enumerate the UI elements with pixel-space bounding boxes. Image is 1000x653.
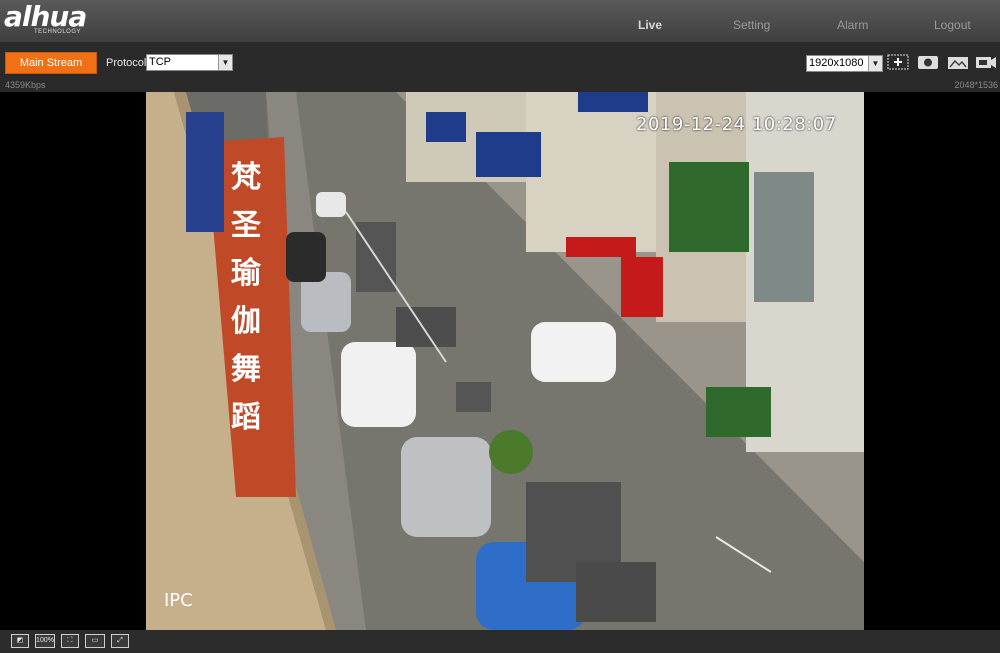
main-stream-button[interactable]: Main Stream [5,52,97,74]
yoga-sign-text: 梵 圣 瑜 伽 舞 蹈 [211,154,281,442]
chevron-down-icon: ▼ [868,56,882,71]
protocol-label: Protocol [106,57,147,69]
record-icon[interactable] [975,54,997,70]
live-video-view[interactable]: 梵 圣 瑜 伽 舞 蹈 2019-12-24 10:28:07 IPC [146,92,864,630]
sign-char: 舞 [231,352,261,387]
original-size-button[interactable]: 100% [35,634,55,648]
brand-logo: alhua [4,0,87,33]
snapshot-icon[interactable] [917,54,939,70]
resolution-select[interactable]: 1920x1080 ▼ [806,55,883,72]
sign-char: 蹈 [231,400,261,435]
osd-timestamp: 2019-12-24 10:28:07 [636,114,837,135]
nav-alarm[interactable]: Alarm [837,18,868,32]
protocol-value: TCP [149,56,171,68]
sign-char: 瑜 [231,256,261,291]
fit-window-icon[interactable]: ⛶ [61,634,79,648]
live-toolbar: Main Stream Protocol TCP ▼ 1920x1080 ▼ [0,42,1000,92]
triple-snapshot-icon[interactable] [947,54,969,70]
width-height-icon[interactable]: ▭ [85,634,105,648]
fullscreen-icon[interactable]: ⤢ [111,634,129,648]
stream-resolution-text: 2048*1536 [954,80,998,90]
nav-live[interactable]: Live [638,18,662,32]
resolution-value: 1920x1080 [809,57,864,69]
brand-tagline: TECHNOLOGY [34,29,82,35]
zoom-region-icon[interactable] [887,54,909,70]
bottom-toolbar: ◩ 100% ⛶ ▭ ⤢ [0,630,1000,653]
protocol-select[interactable]: TCP ▼ [146,54,233,71]
sign-char: 梵 [231,160,261,195]
chevron-down-icon: ▼ [218,55,232,70]
bitrate-text: 4359Kbps [5,80,46,90]
osd-channel-title: IPC [164,590,193,611]
nav-setting[interactable]: Setting [733,18,770,32]
sign-char: 伽 [231,304,261,339]
nav-logout[interactable]: Logout [934,18,971,32]
image-adjust-icon[interactable]: ◩ [11,634,29,648]
sign-char: 圣 [231,208,261,243]
top-header: alhua TECHNOLOGY Live Setting Alarm Logo… [0,0,1000,42]
